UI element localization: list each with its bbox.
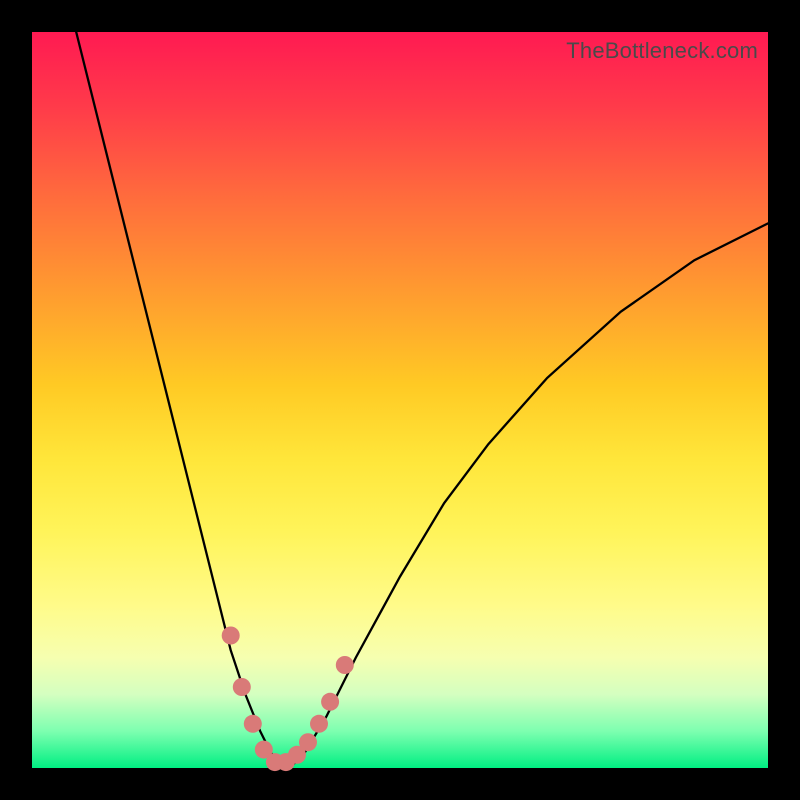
chart-frame: TheBottleneck.com [0,0,800,800]
curve-path [76,32,768,764]
highlight-dots [222,627,354,772]
highlight-dot [233,678,251,696]
highlight-dot [299,733,317,751]
plot-area: TheBottleneck.com [32,32,768,768]
highlight-dot [336,656,354,674]
highlight-dot [222,627,240,645]
highlight-dot [321,693,339,711]
highlight-dot [310,715,328,733]
highlight-dot [244,715,262,733]
bottleneck-curve [32,32,768,768]
